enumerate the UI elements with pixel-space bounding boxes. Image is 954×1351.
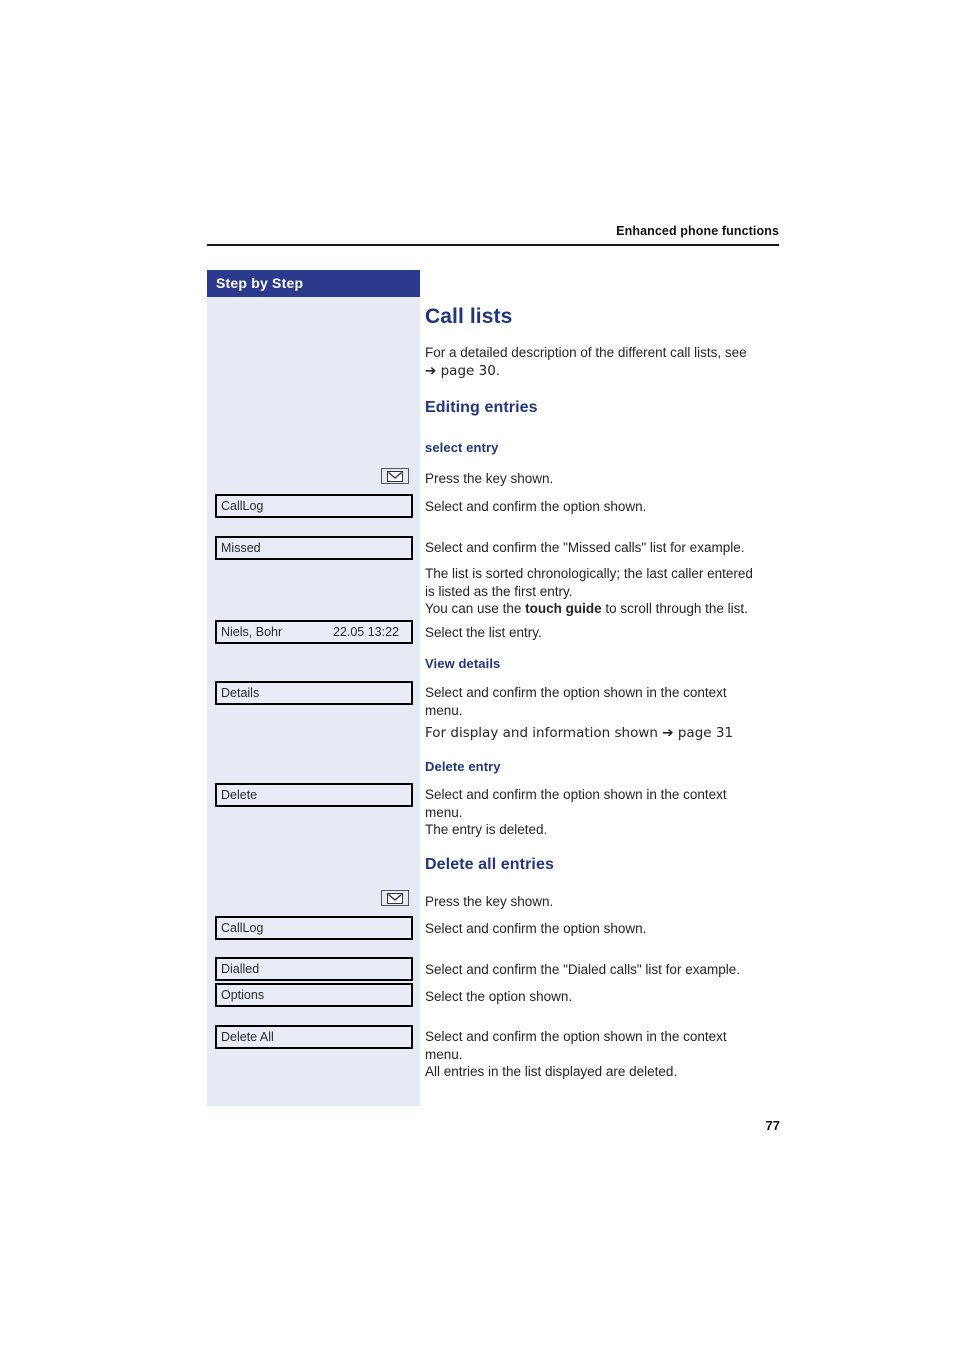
delete-all-box-label: Delete All <box>221 1030 274 1044</box>
dialled-box-label: Dialled <box>221 962 260 976</box>
heading-editing-entries: Editing entries <box>425 399 538 416</box>
list-entry-name: Niels, Bohr <box>221 625 283 639</box>
missed-box[interactable]: Missed <box>215 536 413 560</box>
options-box-label: Options <box>221 988 265 1002</box>
touch-guide-bold: touch guide <box>525 601 602 616</box>
text-press-key-2: Press the key shown. <box>425 894 554 909</box>
text-select-list-entry: Select the list entry. <box>425 625 542 640</box>
details-box-label: Details <box>221 686 260 700</box>
intro-paragraph: For a detailed description of the differ… <box>425 344 785 380</box>
calllog-box-2[interactable]: CallLog <box>215 916 413 940</box>
text-select-confirm-missed: Select and confirm the "Missed calls" li… <box>425 540 745 555</box>
text-select-confirm-dialed: Select and confirm the "Dialed calls" li… <box>425 962 740 977</box>
running-header: Enhanced phone functions <box>616 224 779 238</box>
delete-entry-line-3: The entry is deleted. <box>425 822 548 837</box>
intro-reference: ➔ page 30. <box>425 362 501 379</box>
delete-box[interactable]: Delete <box>215 783 413 807</box>
text-view-details-reference: For display and information shown ➔ page… <box>425 725 734 741</box>
key-envelope-1[interactable] <box>381 468 409 484</box>
list-entry-timestamp: 22.05 13:22 <box>332 625 399 639</box>
delete-all-line-3: All entries in the list displayed are de… <box>425 1064 678 1079</box>
calllog-box-1[interactable]: CallLog <box>215 494 413 518</box>
view-details-line-2: menu. <box>425 702 463 718</box>
text-press-key-1: Press the key shown. <box>425 471 554 486</box>
sorted-line-2: is listed as the first entry. <box>425 583 573 599</box>
calllog-box-2-label: CallLog <box>221 921 264 935</box>
text-select-confirm-option-2: Select and confirm the option shown. <box>425 921 647 936</box>
touch-guide-suffix: to scroll through the list. <box>601 601 748 616</box>
delete-entry-line-2: menu. <box>425 804 463 820</box>
sorted-line-1: The list is sorted chronologically; the … <box>425 566 753 581</box>
envelope-icon <box>387 470 403 482</box>
delete-entry-line-1: Select and confirm the option shown in t… <box>425 787 727 802</box>
header-rule <box>207 244 779 246</box>
text-view-details-body: Select and confirm the option shown in t… <box>425 684 785 719</box>
delete-box-label: Delete <box>221 788 258 802</box>
delete-all-line-2: menu. <box>425 1046 463 1062</box>
delete-all-box[interactable]: Delete All <box>215 1025 413 1049</box>
text-delete-all-body: Select and confirm the option shown in t… <box>425 1028 785 1081</box>
key-envelope-2[interactable] <box>381 890 409 906</box>
subheading-view-details: View details <box>425 656 501 671</box>
heading-delete-all-entries: Delete all entries <box>425 856 554 873</box>
page-title: Call lists <box>425 305 513 328</box>
details-box[interactable]: Details <box>215 681 413 705</box>
text-sorted-info: The list is sorted chronologically; the … <box>425 565 785 618</box>
touch-guide-prefix: You can use the <box>425 601 526 616</box>
dialled-box[interactable]: Dialled <box>215 957 413 981</box>
missed-box-label: Missed <box>221 541 261 555</box>
delete-all-line-1: Select and confirm the option shown in t… <box>425 1029 727 1044</box>
subheading-delete-entry: Delete entry <box>425 759 501 774</box>
view-details-line-1: Select and confirm the option shown in t… <box>425 685 727 700</box>
page-number: 77 <box>765 1118 780 1133</box>
calllog-box-1-label: CallLog <box>221 499 264 513</box>
text-delete-entry-body: Select and confirm the option shown in t… <box>425 786 785 839</box>
intro-line-1: For a detailed description of the differ… <box>425 345 747 360</box>
subheading-select-entry: select entry <box>425 440 499 455</box>
text-select-confirm-option-1: Select and confirm the option shown. <box>425 499 647 514</box>
document-page: Enhanced phone functions Step by Step Ca… <box>0 0 954 1351</box>
options-box[interactable]: Options <box>215 983 413 1007</box>
envelope-icon <box>387 892 403 904</box>
text-select-option-shown: Select the option shown. <box>425 989 573 1004</box>
list-entry-box[interactable]: Niels, Bohr 22.05 13:22 <box>215 620 413 644</box>
step-by-step-title: Step by Step <box>207 270 420 297</box>
